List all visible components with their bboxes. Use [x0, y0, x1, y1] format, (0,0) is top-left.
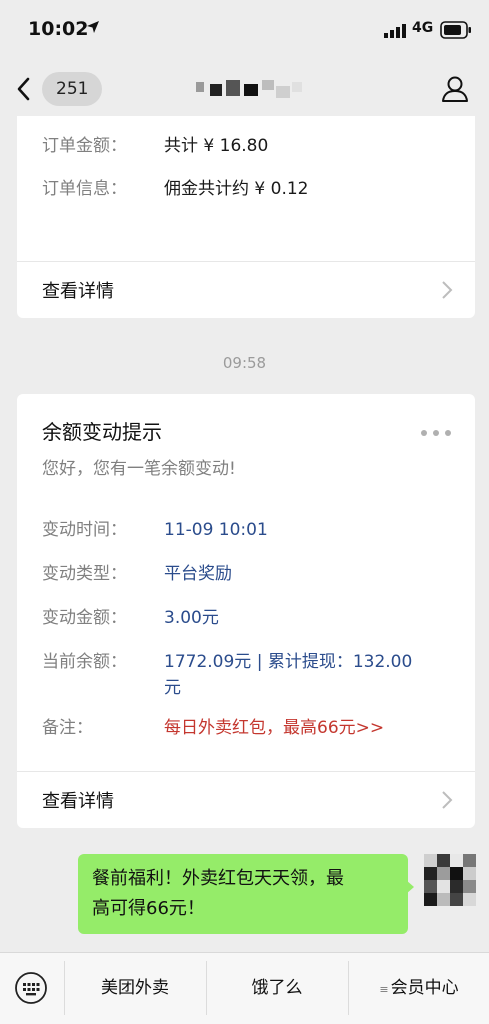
- remark-link[interactable]: 每日外卖红包，最高66元>>: [164, 716, 384, 740]
- network-label: 4G: [412, 20, 434, 36]
- card-title: 余额变动提示: [42, 420, 162, 444]
- view-details-link[interactable]: 查看详情: [17, 262, 475, 318]
- menu-item-meituan[interactable]: 美团外卖: [65, 953, 205, 1023]
- more-options-icon[interactable]: [421, 428, 453, 438]
- signal-icon: [384, 24, 406, 38]
- view-details-label: 查看详情: [42, 791, 114, 812]
- card-subtitle: 您好，您有一笔余额变动!: [42, 459, 236, 479]
- view-details-label: 查看详情: [42, 281, 114, 302]
- row-value-continued: 元: [164, 678, 181, 698]
- row-key: 变动金额：: [42, 608, 127, 628]
- message-line: 高可得66元！: [92, 898, 205, 919]
- row-key: 备注：: [42, 718, 93, 738]
- unread-count-badge: 251: [42, 72, 103, 106]
- menu-item-label: 会员中心: [390, 978, 459, 998]
- row-value: 共计 ¥ 16.80: [164, 136, 269, 156]
- back-chevron-icon: [17, 77, 30, 101]
- menu-item-member-center[interactable]: ≡ 会员中心: [349, 953, 489, 1023]
- service-menu-bar: 美团外卖 饿了么 ≡ 会员中心: [0, 952, 489, 1024]
- row-value: 佣金共计约 ¥ 0.12: [164, 179, 309, 199]
- chat-title-redacted: [196, 80, 306, 100]
- back-button[interactable]: 251: [14, 70, 103, 108]
- row-key: 变动类型：: [42, 564, 127, 584]
- balance-notification-card[interactable]: 余额变动提示 您好，您有一笔余额变动! 变动时间： 11-09 10:01 变动…: [17, 394, 475, 828]
- location-arrow-icon: [87, 21, 99, 33]
- keyboard-icon[interactable]: [14, 971, 48, 1005]
- order-notification-card: 订单金额： 共计 ¥ 16.80 订单信息： 佣金共计约 ¥ 0.12 查看详情: [17, 116, 475, 318]
- battery-icon: [440, 21, 471, 39]
- chevron-right-icon: [442, 281, 453, 299]
- chevron-right-icon: [442, 791, 453, 809]
- avatar[interactable]: [424, 854, 476, 906]
- bubble-tail: [406, 880, 414, 894]
- message-timestamp: 09:58: [222, 354, 267, 372]
- row-key: 订单金额：: [42, 136, 127, 156]
- status-time: 10:02: [28, 18, 89, 40]
- row-value: 3.00元: [164, 608, 219, 628]
- chat-messages: 订单金额： 共计 ¥ 16.80 订单信息： 佣金共计约 ¥ 0.12 查看详情…: [0, 116, 489, 952]
- status-bar: 10:02 4G: [0, 0, 489, 62]
- submenu-icon: ≡: [379, 983, 389, 996]
- row-key: 订单信息：: [42, 179, 127, 199]
- row-key: 当前余额：: [42, 652, 127, 672]
- view-details-link[interactable]: 查看详情: [17, 772, 475, 828]
- row-value: 11-09 10:01: [164, 520, 268, 540]
- row-value: 平台奖励: [164, 564, 232, 584]
- row-value: 1772.09元 | 累计提现：132.00: [164, 652, 413, 672]
- message-line: 餐前福利！外卖红包天天领，最: [92, 868, 344, 889]
- message-bubble[interactable]: 餐前福利！外卖红包天天领，最 高可得66元！: [78, 854, 408, 934]
- row-key: 变动时间：: [42, 520, 127, 540]
- profile-icon[interactable]: [440, 74, 470, 104]
- menu-item-eleme[interactable]: 饿了么: [207, 953, 347, 1023]
- chat-nav-bar: 251: [0, 62, 489, 116]
